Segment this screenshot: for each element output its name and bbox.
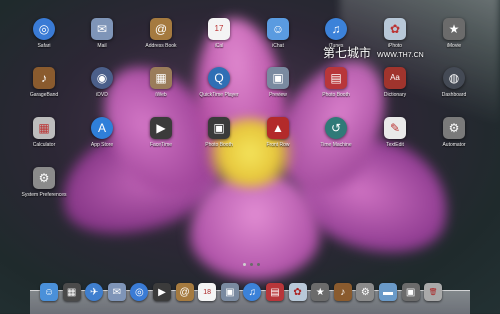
front-row-icon: ▲ bbox=[267, 117, 289, 139]
page-dot[interactable] bbox=[243, 263, 246, 266]
finder-icon[interactable]: ☺ bbox=[40, 283, 58, 301]
trash-icon[interactable]: 🗑 bbox=[424, 283, 443, 301]
app-label: GarageBand bbox=[29, 92, 59, 98]
photo-booth-icon: ▤ bbox=[325, 67, 347, 89]
app-automator[interactable]: ⚙ Automator bbox=[422, 117, 486, 148]
photo-booth-2-icon: ▣ bbox=[208, 117, 230, 139]
app-ical[interactable]: 17 iCal bbox=[187, 18, 251, 49]
address-book-icon: @ bbox=[150, 18, 172, 40]
app-label: Address Book bbox=[145, 43, 177, 49]
app-dictionary[interactable]: Aa Dictionary bbox=[363, 67, 427, 98]
page-dot[interactable] bbox=[250, 263, 253, 266]
app-system-preferences[interactable]: ⚙ System Preferences bbox=[12, 167, 76, 198]
facetime-dock-icon[interactable]: ▶ bbox=[153, 283, 171, 301]
app-label: Preview bbox=[269, 92, 287, 98]
app-idvd[interactable]: ◉ iDVD bbox=[70, 67, 134, 98]
app-label: QuickTime Player bbox=[199, 92, 239, 98]
mail-dock-icon[interactable]: ✉ bbox=[107, 283, 126, 301]
app-label: Dictionary bbox=[383, 92, 407, 98]
mission-control-icon[interactable]: ▦ bbox=[62, 283, 81, 301]
app-label: Mail bbox=[97, 43, 107, 49]
app-label: iChat bbox=[272, 43, 284, 49]
app-label: App Store bbox=[90, 142, 114, 148]
app-label: Automator bbox=[442, 142, 466, 148]
app-photo-booth-2[interactable]: ▣ Photo Booth bbox=[187, 117, 251, 148]
app-dashboard[interactable]: ◍ Dashboard bbox=[422, 67, 486, 98]
app-app-store[interactable]: A App Store bbox=[70, 117, 134, 148]
automator-icon: ⚙ bbox=[443, 117, 465, 139]
imovie-icon: ★ bbox=[443, 18, 465, 40]
idvd-icon: ◉ bbox=[91, 67, 113, 89]
app-label: Calculator bbox=[32, 142, 56, 148]
app-front-row[interactable]: ▲ Front Row bbox=[246, 117, 310, 148]
ical-dock-icon[interactable]: 18 bbox=[198, 283, 217, 301]
page-dot[interactable] bbox=[257, 263, 260, 266]
safari-icon: ◎ bbox=[33, 18, 55, 40]
app-iweb[interactable]: ▦ iWeb bbox=[129, 67, 193, 98]
address-book-dock-icon[interactable]: @ bbox=[175, 283, 194, 301]
site-watermark: 第七城市 WWW.TH7.CN bbox=[323, 44, 424, 61]
app-facetime[interactable]: ▶ FaceTime bbox=[129, 117, 193, 148]
app-photo-booth[interactable]: ▤ Photo Booth bbox=[304, 67, 368, 98]
system-preferences-icon: ⚙ bbox=[33, 167, 55, 189]
app-label: Safari bbox=[37, 43, 51, 49]
system-preferences-dock-icon[interactable]: ⚙ bbox=[356, 283, 375, 301]
app-textedit[interactable]: ✎ TextEdit bbox=[363, 117, 427, 148]
app-address-book[interactable]: @ Address Book bbox=[129, 18, 193, 49]
app-label: Photo Booth bbox=[322, 92, 350, 98]
app-calculator[interactable]: ▦ Calculator bbox=[12, 117, 76, 148]
page-indicator[interactable] bbox=[243, 263, 260, 266]
imovie-dock-icon[interactable]: ★ bbox=[311, 283, 330, 301]
applications-folder-icon[interactable]: ▬ bbox=[379, 283, 397, 301]
app-label: Dashboard bbox=[441, 92, 467, 98]
watermark-text: 第七城市 bbox=[323, 46, 372, 60]
facetime-icon: ▶ bbox=[150, 117, 172, 139]
iphoto-dock-icon[interactable]: ✿ bbox=[288, 283, 307, 301]
app-label: Front Row bbox=[266, 142, 290, 148]
app-quicktime[interactable]: Q QuickTime Player bbox=[187, 67, 251, 98]
ichat-icon: ☺ bbox=[267, 18, 289, 40]
preview-icon: ▣ bbox=[267, 67, 289, 89]
garageband-dock-icon[interactable]: ♪ bbox=[333, 283, 352, 301]
photo-booth-dock-icon[interactable]: ▤ bbox=[266, 283, 284, 301]
app-label: iMovie bbox=[446, 43, 462, 49]
preview-dock-icon[interactable]: ▣ bbox=[220, 283, 239, 301]
quicktime-icon: Q bbox=[208, 67, 230, 89]
time-machine-icon: ↺ bbox=[325, 117, 347, 139]
app-label: FaceTime bbox=[149, 142, 173, 148]
app-store-icon: A bbox=[91, 117, 113, 139]
textedit-icon: ✎ bbox=[384, 117, 406, 139]
app-label: Time Machine bbox=[320, 142, 352, 148]
dictionary-icon: Aa bbox=[384, 67, 406, 89]
iweb-icon: ▦ bbox=[150, 67, 172, 89]
app-label: Photo Booth bbox=[205, 142, 233, 148]
watermark-url: WWW.TH7.CN bbox=[377, 52, 424, 59]
app-label: iDVD bbox=[96, 92, 108, 98]
itunes-icon: ♫ bbox=[325, 18, 347, 40]
app-ichat[interactable]: ☺ iChat bbox=[246, 18, 310, 49]
ical-icon: 17 bbox=[208, 18, 230, 40]
app-label: iCal bbox=[214, 43, 224, 49]
app-mail[interactable]: ✉ Mail bbox=[70, 18, 134, 49]
app-time-machine[interactable]: ↺ Time Machine bbox=[304, 117, 368, 148]
app-preview[interactable]: ▣ Preview bbox=[246, 67, 310, 98]
app-garageband[interactable]: ♪ GarageBand bbox=[12, 67, 76, 98]
app-label: System Preferences bbox=[21, 192, 67, 198]
app-imovie[interactable]: ★ iMovie bbox=[422, 18, 486, 49]
app-label: TextEdit bbox=[386, 142, 404, 148]
app-safari[interactable]: ◎ Safari bbox=[12, 18, 76, 49]
app-label: iWeb bbox=[155, 92, 167, 98]
documents-stack-icon[interactable]: ▣ bbox=[401, 283, 420, 301]
mail-icon: ✉ bbox=[91, 18, 113, 40]
garageband-icon: ♪ bbox=[33, 67, 55, 89]
dashboard-icon: ◍ bbox=[443, 67, 465, 89]
iphoto-icon: ✿ bbox=[384, 18, 406, 40]
calculator-icon: ▦ bbox=[33, 117, 55, 139]
